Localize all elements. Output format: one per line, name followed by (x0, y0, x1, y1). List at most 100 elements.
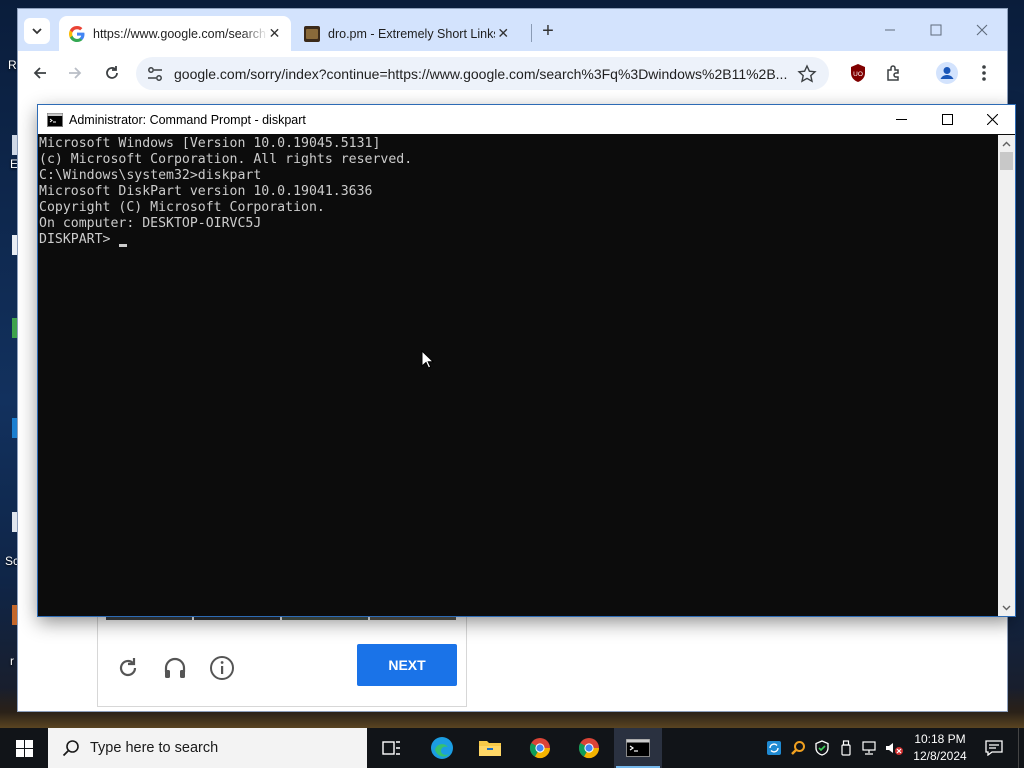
cmd-title-bar[interactable]: Administrator: Command Prompt - diskpart (38, 105, 1015, 134)
taskbar-search-box[interactable]: Type here to search (48, 728, 367, 768)
tray-defender-shield-icon[interactable] (810, 728, 834, 768)
folder-icon (479, 741, 501, 756)
headphones-icon (164, 657, 186, 678)
address-bar[interactable]: google.com/sorry/index?continue=https://… (136, 57, 829, 90)
chrome-menu-icon[interactable] (972, 61, 996, 85)
scroll-thumb[interactable] (1000, 152, 1013, 170)
start-button[interactable] (0, 728, 48, 768)
taskbar-chrome-window[interactable] (565, 728, 613, 768)
tab-dro-pm[interactable]: dro.pm - Extremely Short Links ✕ (294, 16, 522, 51)
console-scrollbar[interactable] (998, 135, 1015, 616)
tab-title: dro.pm - Extremely Short Links (328, 26, 495, 41)
tray-search-tool-icon[interactable] (786, 728, 810, 768)
bookmark-star-icon[interactable] (797, 63, 817, 84)
ublock-extension-icon[interactable]: UO (846, 61, 870, 85)
browser-toolbar: google.com/sorry/index?continue=https://… (18, 51, 1007, 95)
tab-divider (531, 24, 532, 42)
maximize-icon (930, 24, 942, 36)
system-tray (762, 728, 906, 768)
console-line: Microsoft Windows [Version 10.0.19045.51… (39, 136, 381, 151)
console-output[interactable]: Microsoft Windows [Version 10.0.19045.51… (39, 135, 998, 615)
taskbar-edge[interactable] (418, 728, 466, 768)
windows-logo-icon (15, 739, 33, 757)
desktop-icon-label[interactable]: R (8, 58, 17, 72)
maximize-button[interactable] (922, 18, 950, 42)
console-line: Copyright (C) Microsoft Corporation. (39, 200, 325, 215)
search-placeholder: Type here to search (90, 740, 219, 756)
site-info-icon[interactable] (146, 65, 164, 83)
diskpart-prompt: DISKPART> (39, 232, 119, 247)
show-desktop-button[interactable] (1018, 728, 1024, 768)
dro-pm-favicon-icon (304, 25, 320, 42)
cmd-close-button[interactable] (969, 105, 1015, 134)
tab-search-button[interactable] (24, 18, 50, 44)
chevron-down-icon (32, 28, 42, 35)
back-arrow-icon (33, 67, 46, 79)
console-line: C:\Windows\system32>diskpart (39, 168, 262, 183)
chrome-icon (578, 738, 600, 759)
clock-date: 12/8/2024 (913, 749, 967, 763)
task-view-button[interactable] (368, 728, 416, 768)
scroll-down-button[interactable] (998, 599, 1015, 616)
extensions-puzzle-icon[interactable] (882, 61, 906, 85)
edge-icon (431, 737, 453, 759)
taskbar: Type here to search 10:18 PM 12/8/2024 (0, 728, 1024, 768)
captcha-next-button[interactable]: NEXT (357, 644, 457, 686)
tray-volume-muted-icon[interactable] (882, 728, 906, 768)
taskbar-command-prompt[interactable] (614, 728, 662, 768)
back-button[interactable] (26, 59, 54, 87)
task-view-icon (382, 741, 400, 755)
chevron-down-icon (1002, 605, 1011, 610)
desktop-icon-label[interactable]: r (10, 654, 14, 668)
cmd-app-icon (626, 739, 650, 757)
tray-network-icon[interactable] (858, 728, 882, 768)
tab-title: https://www.google.com/search?q=windows (93, 26, 268, 41)
console-line: On computer: DESKTOP-OIRVC5J (39, 216, 262, 231)
forward-button[interactable] (61, 59, 89, 87)
chevron-up-icon (1002, 141, 1011, 146)
desktop-icon-label[interactable]: E (10, 157, 18, 171)
console-line: Microsoft DiskPart version 10.0.19041.36… (39, 184, 373, 199)
notification-icon (985, 740, 1003, 756)
mouse-pointer-icon (421, 350, 435, 369)
taskbar-file-explorer[interactable] (466, 728, 514, 768)
action-center-button[interactable] (980, 728, 1008, 768)
taskbar-clock[interactable]: 10:18 PM 12/8/2024 (907, 731, 973, 765)
desktop-icon-label[interactable]: Sc (5, 554, 19, 568)
clock-time: 10:18 PM (914, 732, 966, 746)
chrome-icon (529, 738, 551, 759)
maximize-icon (941, 114, 953, 125)
cmd-minimize-button[interactable] (878, 105, 924, 134)
profile-avatar-icon[interactable] (935, 61, 959, 85)
console-line: (c) Microsoft Corporation. All rights re… (39, 152, 413, 167)
scroll-up-button[interactable] (998, 135, 1015, 152)
reload-icon (106, 66, 118, 79)
tab-close-icon[interactable]: ✕ (268, 25, 281, 43)
reload-button[interactable] (98, 59, 126, 87)
new-tab-button[interactable]: + (536, 19, 560, 43)
address-url[interactable]: google.com/sorry/index?continue=https://… (174, 66, 791, 82)
tab-strip: https://www.google.com/search?q=windows … (18, 9, 1007, 51)
close-window-button[interactable] (968, 18, 996, 42)
console-prompt-line[interactable]: DISKPART> (39, 232, 998, 248)
taskbar-chrome[interactable] (516, 728, 564, 768)
minimize-button[interactable] (876, 18, 904, 42)
cmd-window-title: Administrator: Command Prompt - diskpart (69, 112, 306, 127)
tab-google-search[interactable]: https://www.google.com/search?q=windows … (59, 16, 291, 51)
search-icon (62, 740, 79, 757)
tray-usb-icon[interactable] (834, 728, 858, 768)
cmd-maximize-button[interactable] (924, 105, 970, 134)
close-icon (986, 114, 998, 125)
google-icon (69, 25, 85, 42)
svg-text:UO: UO (853, 71, 863, 78)
captcha-info-button[interactable] (207, 653, 237, 683)
command-prompt-window: Administrator: Command Prompt - diskpart… (38, 105, 1015, 616)
captcha-reload-button[interactable] (113, 653, 143, 683)
close-icon (976, 24, 988, 36)
forward-arrow-icon (69, 67, 82, 79)
text-cursor (119, 244, 128, 247)
tab-close-icon[interactable]: ✕ (495, 25, 512, 43)
captcha-audio-button[interactable] (160, 653, 190, 683)
cmd-app-icon (47, 112, 63, 127)
tray-sync-icon[interactable] (762, 728, 786, 768)
